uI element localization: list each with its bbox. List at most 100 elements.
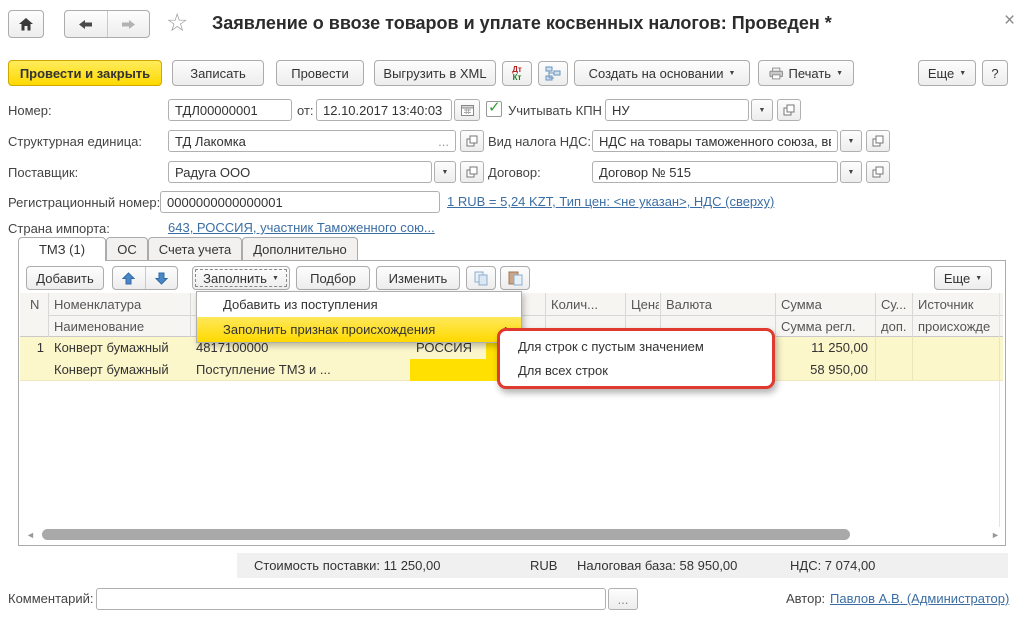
column-header-price[interactable]: Цена [631,295,659,315]
import-country-link[interactable]: 643, РОССИЯ, участник Таможенного сою... [168,218,435,238]
row-number-cell[interactable]: 1 [24,337,44,359]
tab-tmz[interactable]: ТМЗ (1) [18,237,106,261]
column-header-qty[interactable]: Колич... [551,295,621,315]
forward-button[interactable] [108,11,150,37]
column-header-currency[interactable]: Валюта [666,295,771,315]
contract-value: Договор № 515 [599,165,831,180]
open-icon [783,104,795,116]
tab-os-label: ОС [117,242,137,257]
column-header-sum-reg[interactable]: Сумма регл. [781,317,871,337]
fill-button[interactable]: Заполнить ▼ [192,266,290,290]
vat-kind-value: НДС на товары таможенного союза, ввозимы… [599,134,831,149]
submenu-item-all-rows[interactable]: Для всех строк [500,363,772,378]
column-header-sum-dop-2[interactable]: доп. [881,317,909,337]
date-field[interactable]: 12.10.2017 13:40:03 [316,99,452,121]
vat-kind-dropdown-button[interactable]: ▼ [840,130,862,152]
column-header-n[interactable]: N [30,295,39,315]
menu-item-fill-origin[interactable]: Заполнить признак происхождения ▶ [197,317,521,342]
row-nomenclature-cell[interactable]: Конверт бумажный [54,337,186,359]
author-link[interactable]: Павлов А.В. (Администратор) [830,589,1009,609]
supplier-dropdown-button[interactable]: ▼ [434,161,456,183]
edit-label: Изменить [389,271,448,286]
menu-item-add-from-receipt[interactable]: Добавить из поступления [197,292,521,317]
move-up-button[interactable] [113,267,146,289]
move-down-button[interactable] [146,267,178,289]
home-icon [18,17,34,32]
choose-button[interactable]: ... [438,134,449,149]
header-divider [48,315,1003,316]
kpn-tax-field[interactable]: НУ [605,99,749,121]
column-header-name[interactable]: Наименование [54,317,186,337]
help-button[interactable]: ? [982,60,1008,86]
supplier-open-button[interactable] [460,161,484,183]
back-button[interactable] [65,11,108,37]
submenu-item-empty-rows[interactable]: Для строк с пустым значением [500,339,772,354]
kpn-tax-dropdown-button[interactable]: ▼ [751,99,773,121]
column-header-nomenclature[interactable]: Номенклатура [54,295,186,315]
chevron-down-icon: ▼ [272,275,279,282]
row-receipt-doc-cell[interactable]: Поступление ТМЗ и ... [196,359,356,381]
column-header-sum-dop-1[interactable]: Су... [881,295,909,315]
vat-kind-open-button[interactable] [866,130,890,152]
pick-button[interactable]: Подбор [296,266,370,290]
open-icon [466,135,478,147]
edit-button[interactable]: Изменить [376,266,460,290]
add-row-button[interactable]: Добавить [26,266,104,290]
column-header-source-2[interactable]: происхожде [918,317,1002,337]
move-buttons-group [112,266,178,290]
contract-field[interactable]: Договор № 515 [592,161,838,183]
comment-dots-button[interactable]: ... [608,588,638,610]
vat-kind-field[interactable]: НДС на товары таможенного союза, ввозимы… [592,130,838,152]
column-header-sum[interactable]: Сумма [781,295,871,315]
contract-dropdown-button[interactable]: ▼ [840,161,862,183]
tab-os[interactable]: ОС [106,237,148,260]
calendar-button[interactable] [454,99,480,121]
add-row-label: Добавить [36,271,93,286]
comment-input[interactable] [96,588,606,610]
scroll-right-arrow[interactable]: ► [991,529,1000,541]
create-based-on-label: Создать на основании [589,66,724,81]
exchange-rate-link[interactable]: 1 RUB = 5,24 KZT, Тип цен: <не указан>, … [447,192,774,212]
copy-rows-button[interactable] [466,266,496,290]
home-button[interactable] [8,10,44,38]
tax-base-total: Налоговая база: 58 950,00 [577,555,737,577]
print-label: Печать [788,66,831,81]
export-xml-button[interactable]: Выгрузить в XML [374,60,496,86]
post-and-close-button[interactable]: Провести и закрыть [8,60,162,86]
unit-open-button[interactable] [460,130,484,152]
close-icon[interactable]: × [1004,10,1015,32]
unit-value: ТД Лакомка [175,134,438,149]
favorite-star-icon[interactable]: ☆ [166,8,188,38]
column-header-source-1[interactable]: Источник [918,295,1002,315]
row-sum-cell[interactable]: 11 250,00 [775,337,868,359]
kpn-tax-open-button[interactable] [777,99,801,121]
reg-number-field[interactable]: 0000000000000001 [160,191,440,213]
kpn-checkbox[interactable]: ✓ [486,101,502,117]
tab-additional[interactable]: Дополнительно [242,237,358,260]
contract-label: Договор: [488,162,541,184]
print-button[interactable]: Печать ▼ [758,60,854,86]
unit-field[interactable]: ТД Лакомка ... [168,130,456,152]
printer-icon [769,67,783,80]
show-postings-button[interactable]: Дт Кт [502,61,532,86]
forward-arrow-icon [121,19,136,30]
horizontal-scrollbar-thumb[interactable] [42,529,850,540]
supplier-field[interactable]: Радуга ООО [168,161,432,183]
fill-label: Заполнить [203,271,267,286]
document-structure-button[interactable] [538,61,568,86]
row-name-cell[interactable]: Конверт бумажный [54,359,186,381]
more-button[interactable]: Еще ▼ [918,60,976,86]
tab-accounts[interactable]: Счета учета [148,237,242,260]
post-button[interactable]: Провести [276,60,364,86]
write-button[interactable]: Записать [172,60,264,86]
structure-icon [545,66,561,81]
scroll-left-arrow[interactable]: ◄ [26,529,35,541]
row-sum-reg-cell[interactable]: 58 950,00 [775,359,868,381]
paste-rows-button[interactable] [500,266,530,290]
number-field[interactable]: ТДЛ00000001 [168,99,292,121]
grid-more-button[interactable]: Еще ▼ [934,266,992,290]
copy-icon [474,271,489,286]
supplier-label: Поставщик: [8,162,78,184]
create-based-on-button[interactable]: Создать на основании ▼ [574,60,750,86]
contract-open-button[interactable] [866,161,890,183]
